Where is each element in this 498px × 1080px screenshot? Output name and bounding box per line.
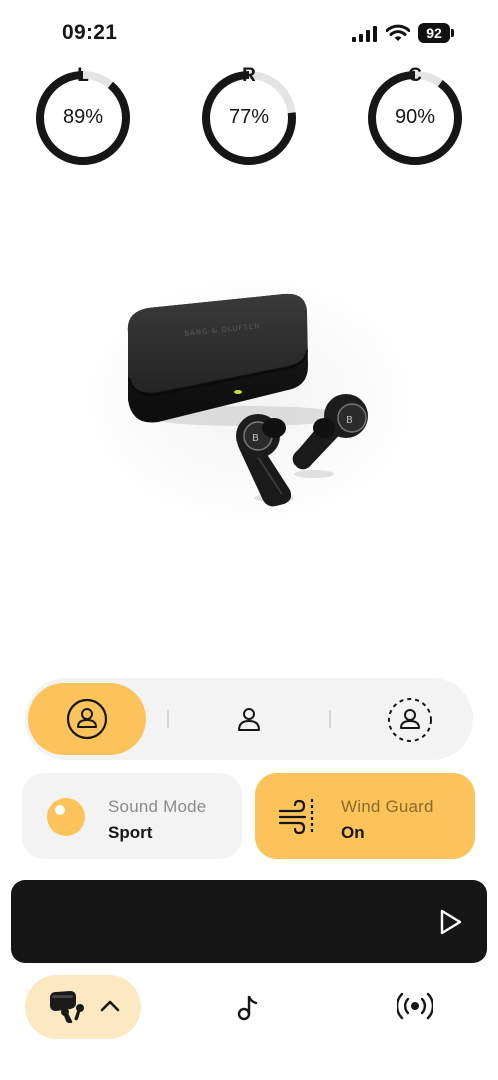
device-tab[interactable]: [25, 975, 141, 1039]
battery-icon: 92: [418, 23, 454, 43]
music-note-icon[interactable]: [236, 993, 260, 1021]
chevron-up-icon[interactable]: [99, 997, 121, 1015]
battery-ring-value: 90%: [394, 106, 436, 128]
play-icon[interactable]: [439, 908, 463, 936]
profile-2-button[interactable]: [217, 696, 281, 742]
battery-ring-label: C: [408, 65, 422, 86]
sound-mode-icon: [47, 798, 85, 836]
sound-mode-value: Sport: [108, 823, 153, 842]
add-profile-icon: [388, 698, 432, 742]
battery-ring-value: 89%: [62, 106, 104, 128]
battery-ring-left[interactable]: L 89%: [33, 65, 133, 168]
wind-icon: [278, 799, 314, 835]
cellular-signal-icon: [352, 26, 377, 42]
wind-guard-title: Wind Guard: [341, 797, 434, 816]
profile-selector: [25, 678, 473, 760]
battery-ring-value: 77%: [228, 106, 270, 128]
wind-guard-value: On: [341, 823, 365, 842]
svg-text:B: B: [346, 415, 353, 426]
earbuds-case-icon: [50, 991, 84, 1023]
profile-1-icon: [66, 698, 108, 740]
wind-guard-card[interactable]: Wind Guard On: [255, 773, 475, 859]
divider: [329, 710, 331, 728]
status-bar: 09:21 92: [0, 0, 498, 60]
product-image: BANG & OLUFSEN B B: [62, 250, 438, 540]
now-playing-bar[interactable]: [11, 880, 487, 963]
battery-ring-label: R: [242, 65, 256, 86]
battery-ring-case[interactable]: C 90%: [365, 65, 465, 168]
wifi-icon: [386, 24, 410, 41]
status-time: 09:21: [62, 21, 118, 44]
profile-2-icon: [238, 708, 260, 731]
battery-ring-right[interactable]: R 77%: [199, 65, 299, 168]
divider: [167, 710, 169, 728]
sound-mode-card[interactable]: Sound Mode Sport: [22, 773, 242, 859]
profile-1-button[interactable]: [28, 683, 146, 755]
broadcast-icon[interactable]: [397, 990, 433, 1022]
battery-ring-label: L: [77, 65, 89, 86]
add-profile-button[interactable]: [380, 690, 440, 748]
svg-text:B: B: [252, 433, 259, 444]
sound-mode-title: Sound Mode: [108, 797, 207, 816]
battery-level: 92: [418, 23, 450, 43]
